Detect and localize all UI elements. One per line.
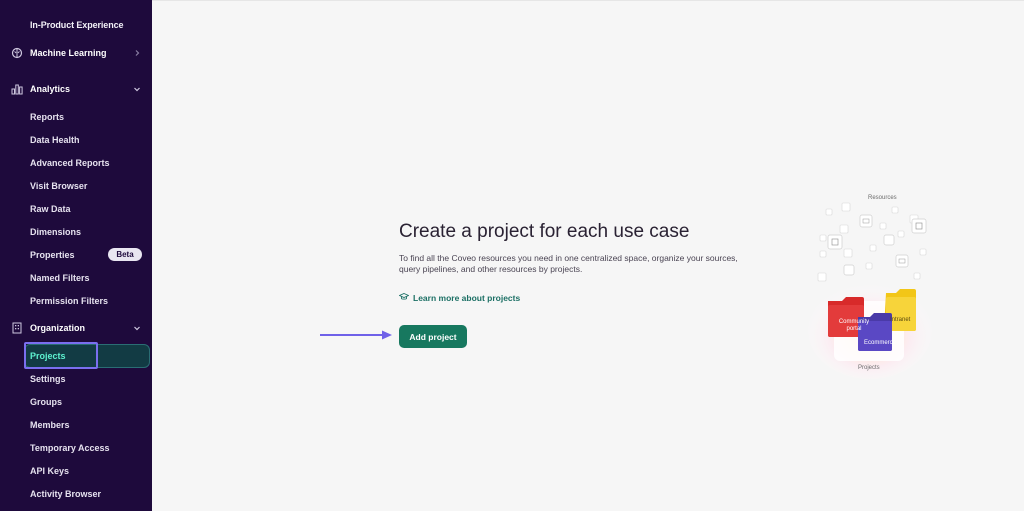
- graduation-cap-icon: [398, 293, 410, 303]
- building-icon: [10, 321, 23, 334]
- add-project-button[interactable]: Add project: [399, 325, 467, 348]
- section-label: Organization: [30, 323, 86, 333]
- main-content: Create a project for each use case To fi…: [152, 0, 1024, 511]
- folder-label-community-portal: Community portal: [838, 319, 870, 332]
- sidebar-item-named-filters[interactable]: Named Filters: [30, 271, 90, 285]
- projects-illustration: Resources Intranet Community portal Ecom…: [800, 189, 940, 381]
- section-analytics[interactable]: Analytics: [0, 79, 152, 99]
- projects-label: Projects: [858, 365, 880, 371]
- resources-folders-illustration: [808, 202, 932, 379]
- sidebar-item-members[interactable]: Members: [30, 418, 70, 432]
- resources-label: Resources: [868, 195, 897, 201]
- section-machine-learning[interactable]: Machine Learning: [0, 43, 152, 63]
- sidebar-item-properties[interactable]: Properties: [30, 248, 75, 262]
- sidebar-item-temporary-access[interactable]: Temporary Access: [30, 441, 110, 455]
- section-label: Machine Learning: [30, 48, 107, 58]
- chevron-right-icon: [132, 48, 142, 58]
- sidebar-item-in-product-experience[interactable]: In-Product Experience: [30, 20, 124, 30]
- sidebar-item-dimensions[interactable]: Dimensions: [30, 225, 81, 239]
- sidebar-item-permission-filters[interactable]: Permission Filters: [30, 294, 108, 308]
- sidebar-item-activity-browser[interactable]: Activity Browser: [30, 487, 101, 501]
- sidebar-item-reports[interactable]: Reports: [30, 110, 64, 124]
- sidebar-item-visit-browser[interactable]: Visit Browser: [30, 179, 87, 193]
- sidebar-item-settings[interactable]: Settings: [30, 372, 66, 386]
- chevron-down-icon: [132, 323, 142, 333]
- chart-icon: [10, 82, 23, 95]
- section-organization[interactable]: Organization: [0, 318, 152, 338]
- learn-more-link[interactable]: Learn more about projects: [398, 293, 521, 303]
- sidebar-item-api-keys[interactable]: API Keys: [30, 464, 69, 478]
- sidebar-item-data-health[interactable]: Data Health: [30, 133, 80, 147]
- sidebar-item-advanced-reports[interactable]: Advanced Reports: [30, 156, 110, 170]
- folder-label-ecommerce: Ecommerce: [864, 340, 897, 346]
- folder-label-intranet: Intranet: [890, 317, 911, 323]
- annotation-arrow-icon: [320, 330, 392, 340]
- section-label: Analytics: [30, 84, 71, 94]
- brain-icon: [10, 46, 23, 59]
- annotation-highlight-box: [24, 342, 98, 369]
- chevron-down-icon: [132, 84, 142, 94]
- beta-badge: Beta: [108, 248, 142, 261]
- sidebar-item-raw-data[interactable]: Raw Data: [30, 202, 71, 216]
- page-headline: Create a project for each use case: [399, 221, 690, 242]
- learn-more-label: Learn more about projects: [413, 293, 521, 303]
- sidebar: In-Product Experience Machine Learning A…: [0, 0, 152, 511]
- sidebar-item-groups[interactable]: Groups: [30, 395, 62, 409]
- page-description: To find all the Coveo resources you need…: [399, 253, 738, 274]
